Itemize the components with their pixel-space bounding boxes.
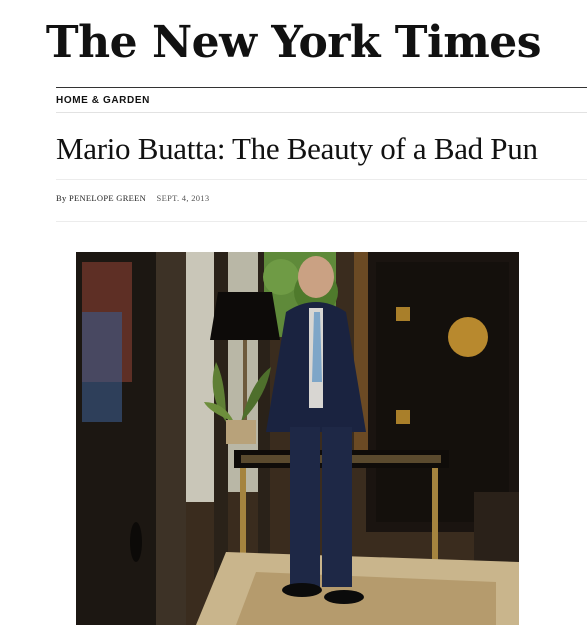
headline-divider <box>56 179 587 180</box>
section-divider <box>56 112 587 113</box>
byline-date: SEPT. 4, 2013 <box>156 193 210 203</box>
masthead-divider <box>56 87 587 88</box>
byline-divider <box>56 221 587 222</box>
photo-illustration <box>76 252 519 625</box>
masthead[interactable]: The New York Times <box>0 8 587 78</box>
byline-author[interactable]: By PENELOPE GREEN <box>56 193 146 203</box>
nyt-logo[interactable]: The New York Times <box>46 21 542 65</box>
article-photo <box>76 252 519 625</box>
section-label[interactable]: HOME & GARDEN <box>56 95 150 106</box>
article-headline: Mario Buatta: The Beauty of a Bad Pun <box>56 131 538 166</box>
byline: By PENELOPE GREEN SEPT. 4, 2013 <box>56 193 209 203</box>
